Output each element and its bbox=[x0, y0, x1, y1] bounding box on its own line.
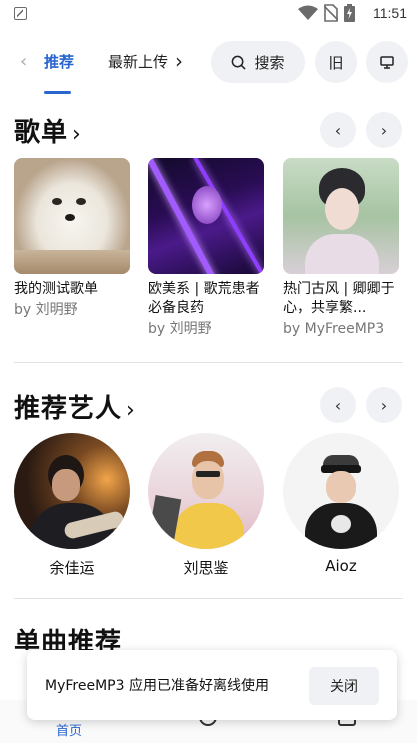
status-icons bbox=[298, 4, 355, 22]
artist-card[interactable]: Aioz bbox=[283, 433, 399, 575]
bottom-nav-home-label: 首页 bbox=[56, 724, 83, 739]
artist-name: 余佳运 bbox=[49, 559, 95, 577]
app-a-icon bbox=[14, 7, 27, 20]
search-label: 搜索 bbox=[254, 53, 285, 72]
artist-avatar bbox=[148, 433, 264, 549]
playlist-cover-image bbox=[14, 158, 130, 274]
artist-card[interactable]: 余佳运 bbox=[14, 433, 130, 578]
section-divider bbox=[14, 598, 403, 599]
search-button[interactable]: 搜索 bbox=[211, 41, 305, 83]
singles-section-title[interactable]: 单曲推荐 bbox=[14, 622, 122, 650]
battery-charging-icon bbox=[344, 4, 355, 22]
playlists-prev-button[interactable]: ‹ bbox=[320, 112, 356, 148]
playlist-card[interactable]: 我的测试歌单 by 刘明野 bbox=[14, 158, 130, 320]
playlist-author: by 刘明野 bbox=[148, 321, 212, 337]
tabs-scroll-left-icon[interactable]: ‹ bbox=[20, 51, 27, 72]
playlist-card[interactable]: 欧美系 | 歌荒患者必备良药 by 刘明野 bbox=[148, 158, 264, 339]
search-icon bbox=[232, 55, 247, 70]
toast-message: MyFreeMP3 应用已准备好离线使用 bbox=[45, 678, 269, 694]
playlist-title: 热门古风 | 卿卿于心，共享繁... bbox=[283, 281, 395, 316]
chevron-right-icon: › bbox=[126, 398, 136, 423]
tabs-scroll-right-icon[interactable]: › bbox=[175, 49, 183, 73]
tab-latest-upload[interactable]: 最新上传 bbox=[108, 51, 168, 72]
wifi-icon bbox=[298, 5, 318, 20]
toast-close-button[interactable]: 关闭 bbox=[309, 667, 379, 705]
offline-ready-toast: MyFreeMP3 应用已准备好离线使用 关闭 bbox=[27, 650, 397, 720]
playlist-title: 我的测试歌单 bbox=[14, 281, 98, 297]
artist-avatar bbox=[283, 433, 399, 549]
playlists-next-button[interactable]: › bbox=[366, 112, 402, 148]
chevron-right-icon: › bbox=[72, 122, 82, 147]
playlist-title: 欧美系 | 歌荒患者必备良药 bbox=[148, 281, 260, 316]
toast-close-label: 关闭 bbox=[330, 679, 358, 695]
playlist-cover-image bbox=[148, 158, 264, 274]
status-bar: 11:51 bbox=[0, 0, 417, 30]
playlist-author: by 刘明野 bbox=[14, 302, 78, 318]
playlists-title-text: 歌单 bbox=[14, 118, 69, 148]
clock: 11:51 bbox=[373, 5, 407, 21]
playlist-cover-image bbox=[283, 158, 399, 274]
chevron-left-icon: ‹ bbox=[334, 395, 342, 415]
old-version-button[interactable]: 旧 bbox=[315, 41, 357, 83]
tab-recommend-label: 推荐 bbox=[44, 53, 74, 71]
artists-prev-button[interactable]: ‹ bbox=[320, 387, 356, 423]
artist-avatar bbox=[14, 433, 130, 549]
tab-latest-upload-label: 最新上传 bbox=[108, 53, 168, 71]
playlists-section-title[interactable]: 歌单 › bbox=[14, 112, 82, 149]
playlist-card[interactable]: 热门古风 | 卿卿于心，共享繁... by MyFreeMP3 bbox=[283, 158, 399, 339]
section-divider bbox=[14, 362, 403, 363]
singles-title-text: 单曲推荐 bbox=[14, 628, 123, 650]
chevron-left-icon: ‹ bbox=[334, 120, 342, 140]
bottom-nav-home[interactable]: 首页 bbox=[56, 720, 82, 739]
artists-section-title[interactable]: 推荐艺人 › bbox=[14, 388, 136, 425]
old-version-label: 旧 bbox=[328, 53, 344, 72]
artists-next-button[interactable]: › bbox=[366, 387, 402, 423]
monitor-button[interactable] bbox=[366, 41, 408, 83]
no-sim-icon bbox=[324, 4, 338, 22]
active-tab-indicator bbox=[44, 91, 71, 94]
artist-card[interactable]: 刘思鉴 bbox=[148, 433, 264, 578]
chevron-right-icon: › bbox=[380, 395, 388, 415]
artist-name: Aioz bbox=[325, 557, 357, 575]
artists-title-text: 推荐艺人 bbox=[14, 394, 123, 424]
chevron-right-icon: › bbox=[380, 120, 388, 140]
monitor-icon bbox=[380, 55, 394, 69]
tab-recommend[interactable]: 推荐 bbox=[44, 51, 74, 72]
artist-name: 刘思鉴 bbox=[183, 559, 229, 577]
top-nav: ‹ 推荐 最新上传 › 搜索 旧 bbox=[0, 38, 417, 98]
playlist-author: by MyFreeMP3 bbox=[283, 321, 385, 337]
